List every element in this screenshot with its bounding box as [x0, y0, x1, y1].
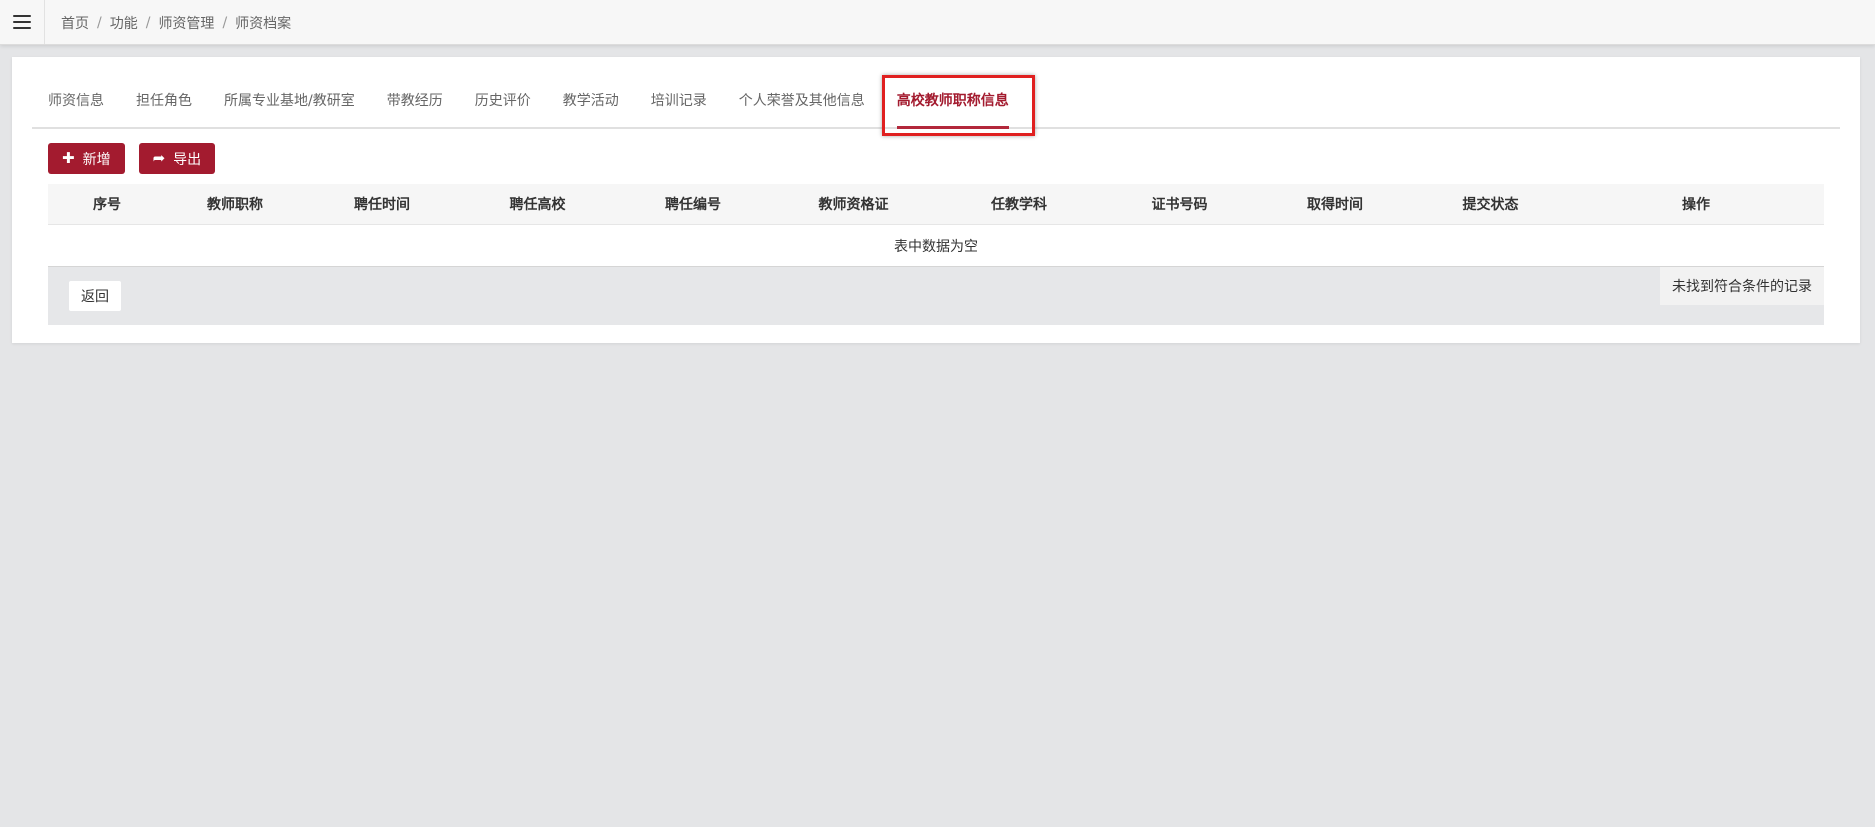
hamburger-menu-icon[interactable] [0, 0, 45, 44]
tab-training-records[interactable]: 培训记录 [635, 74, 723, 127]
tab-label: 历史评价 [474, 92, 531, 109]
breadcrumb-item-teacher-archive: 师资档案 [235, 16, 292, 32]
tab-base-department[interactable]: 所属专业基地/教研室 [208, 74, 371, 127]
empty-table-message: 表中数据为空 [48, 225, 1824, 267]
tab-label: 培训记录 [650, 92, 707, 109]
tab-history-evaluation[interactable]: 历史评价 [459, 74, 547, 127]
tab-university-title-info[interactable]: 高校教师职称信息 [881, 74, 1025, 129]
tab-label: 高校教师职称信息 [896, 92, 1009, 109]
share-arrow-icon: ➦ [152, 149, 166, 167]
column-header-subject[interactable]: 任教学科 [936, 194, 1102, 214]
tab-honors-other[interactable]: 个人荣誉及其他信息 [723, 74, 881, 127]
table-footer: 返回 未找到符合条件的记录 [48, 267, 1824, 325]
plus-icon: ✚ [62, 149, 75, 167]
top-bar: 首页 / 功能 / 师资管理 / 师资档案 [0, 0, 1875, 45]
tab-label: 所属专业基地/教研室 [224, 92, 355, 109]
add-button-label: 新增 [82, 151, 111, 168]
column-header-cert-number[interactable]: 证书号码 [1102, 194, 1257, 214]
tab-roles[interactable]: 担任角色 [120, 74, 208, 127]
column-header-actions: 操作 [1682, 197, 1710, 213]
breadcrumb-separator: / [145, 15, 151, 31]
breadcrumb-item-function[interactable]: 功能 [110, 13, 138, 33]
toolbar: ✚ 新增 ➦ 导出 [48, 143, 216, 174]
column-header-qualification-cert[interactable]: 教师资格证 [771, 194, 936, 214]
content-card: 师资信息 担任角色 所属专业基地/教研室 带教经历 历史评价 教学活动 培训记录… [12, 57, 1860, 343]
tab-label: 个人荣誉及其他信息 [738, 92, 865, 109]
breadcrumb-item-home[interactable]: 首页 [61, 13, 89, 33]
tab-label: 担任角色 [136, 92, 192, 109]
column-header-submit-status[interactable]: 提交状态 [1413, 194, 1568, 214]
column-header-title[interactable]: 教师职称 [166, 194, 304, 214]
breadcrumb: 首页 / 功能 / 师资管理 / 师资档案 [61, 13, 291, 33]
add-button[interactable]: ✚ 新增 [48, 143, 125, 174]
tab-teaching-experience[interactable]: 带教经历 [371, 74, 459, 127]
tab-bar: 师资信息 担任角色 所属专业基地/教研室 带教经历 历史评价 教学活动 培训记录… [32, 74, 1840, 129]
table-header: 序号 教师职称 聘任时间 聘任高校 聘任编号 教师资格证 任教学科 证书号码 取… [48, 184, 1824, 225]
export-button-label: 导出 [173, 151, 202, 168]
breadcrumb-separator: / [97, 15, 102, 31]
breadcrumb-item-teacher-management[interactable]: 师资管理 [158, 13, 214, 33]
tab-label: 教学活动 [562, 92, 619, 109]
tab-teaching-activities[interactable]: 教学活动 [547, 74, 635, 127]
tab-teacher-info[interactable]: 师资信息 [32, 74, 120, 127]
tab-label: 带教经历 [386, 92, 443, 109]
export-button[interactable]: ➦ 导出 [138, 143, 216, 174]
column-header-hire-university[interactable]: 聘任高校 [460, 194, 615, 214]
column-header-index[interactable]: 序号 [48, 194, 166, 214]
data-table: 序号 教师职称 聘任时间 聘任高校 聘任编号 教师资格证 任教学科 证书号码 取… [48, 184, 1824, 325]
column-header-hire-time[interactable]: 聘任时间 [304, 194, 460, 214]
no-records-message: 未找到符合条件的记录 [1660, 267, 1824, 305]
column-header-obtain-time[interactable]: 取得时间 [1257, 194, 1413, 214]
breadcrumb-separator: / [222, 15, 228, 31]
back-button[interactable]: 返回 [69, 281, 121, 311]
tab-label: 师资信息 [48, 92, 104, 109]
column-header-hire-number[interactable]: 聘任编号 [615, 194, 771, 214]
